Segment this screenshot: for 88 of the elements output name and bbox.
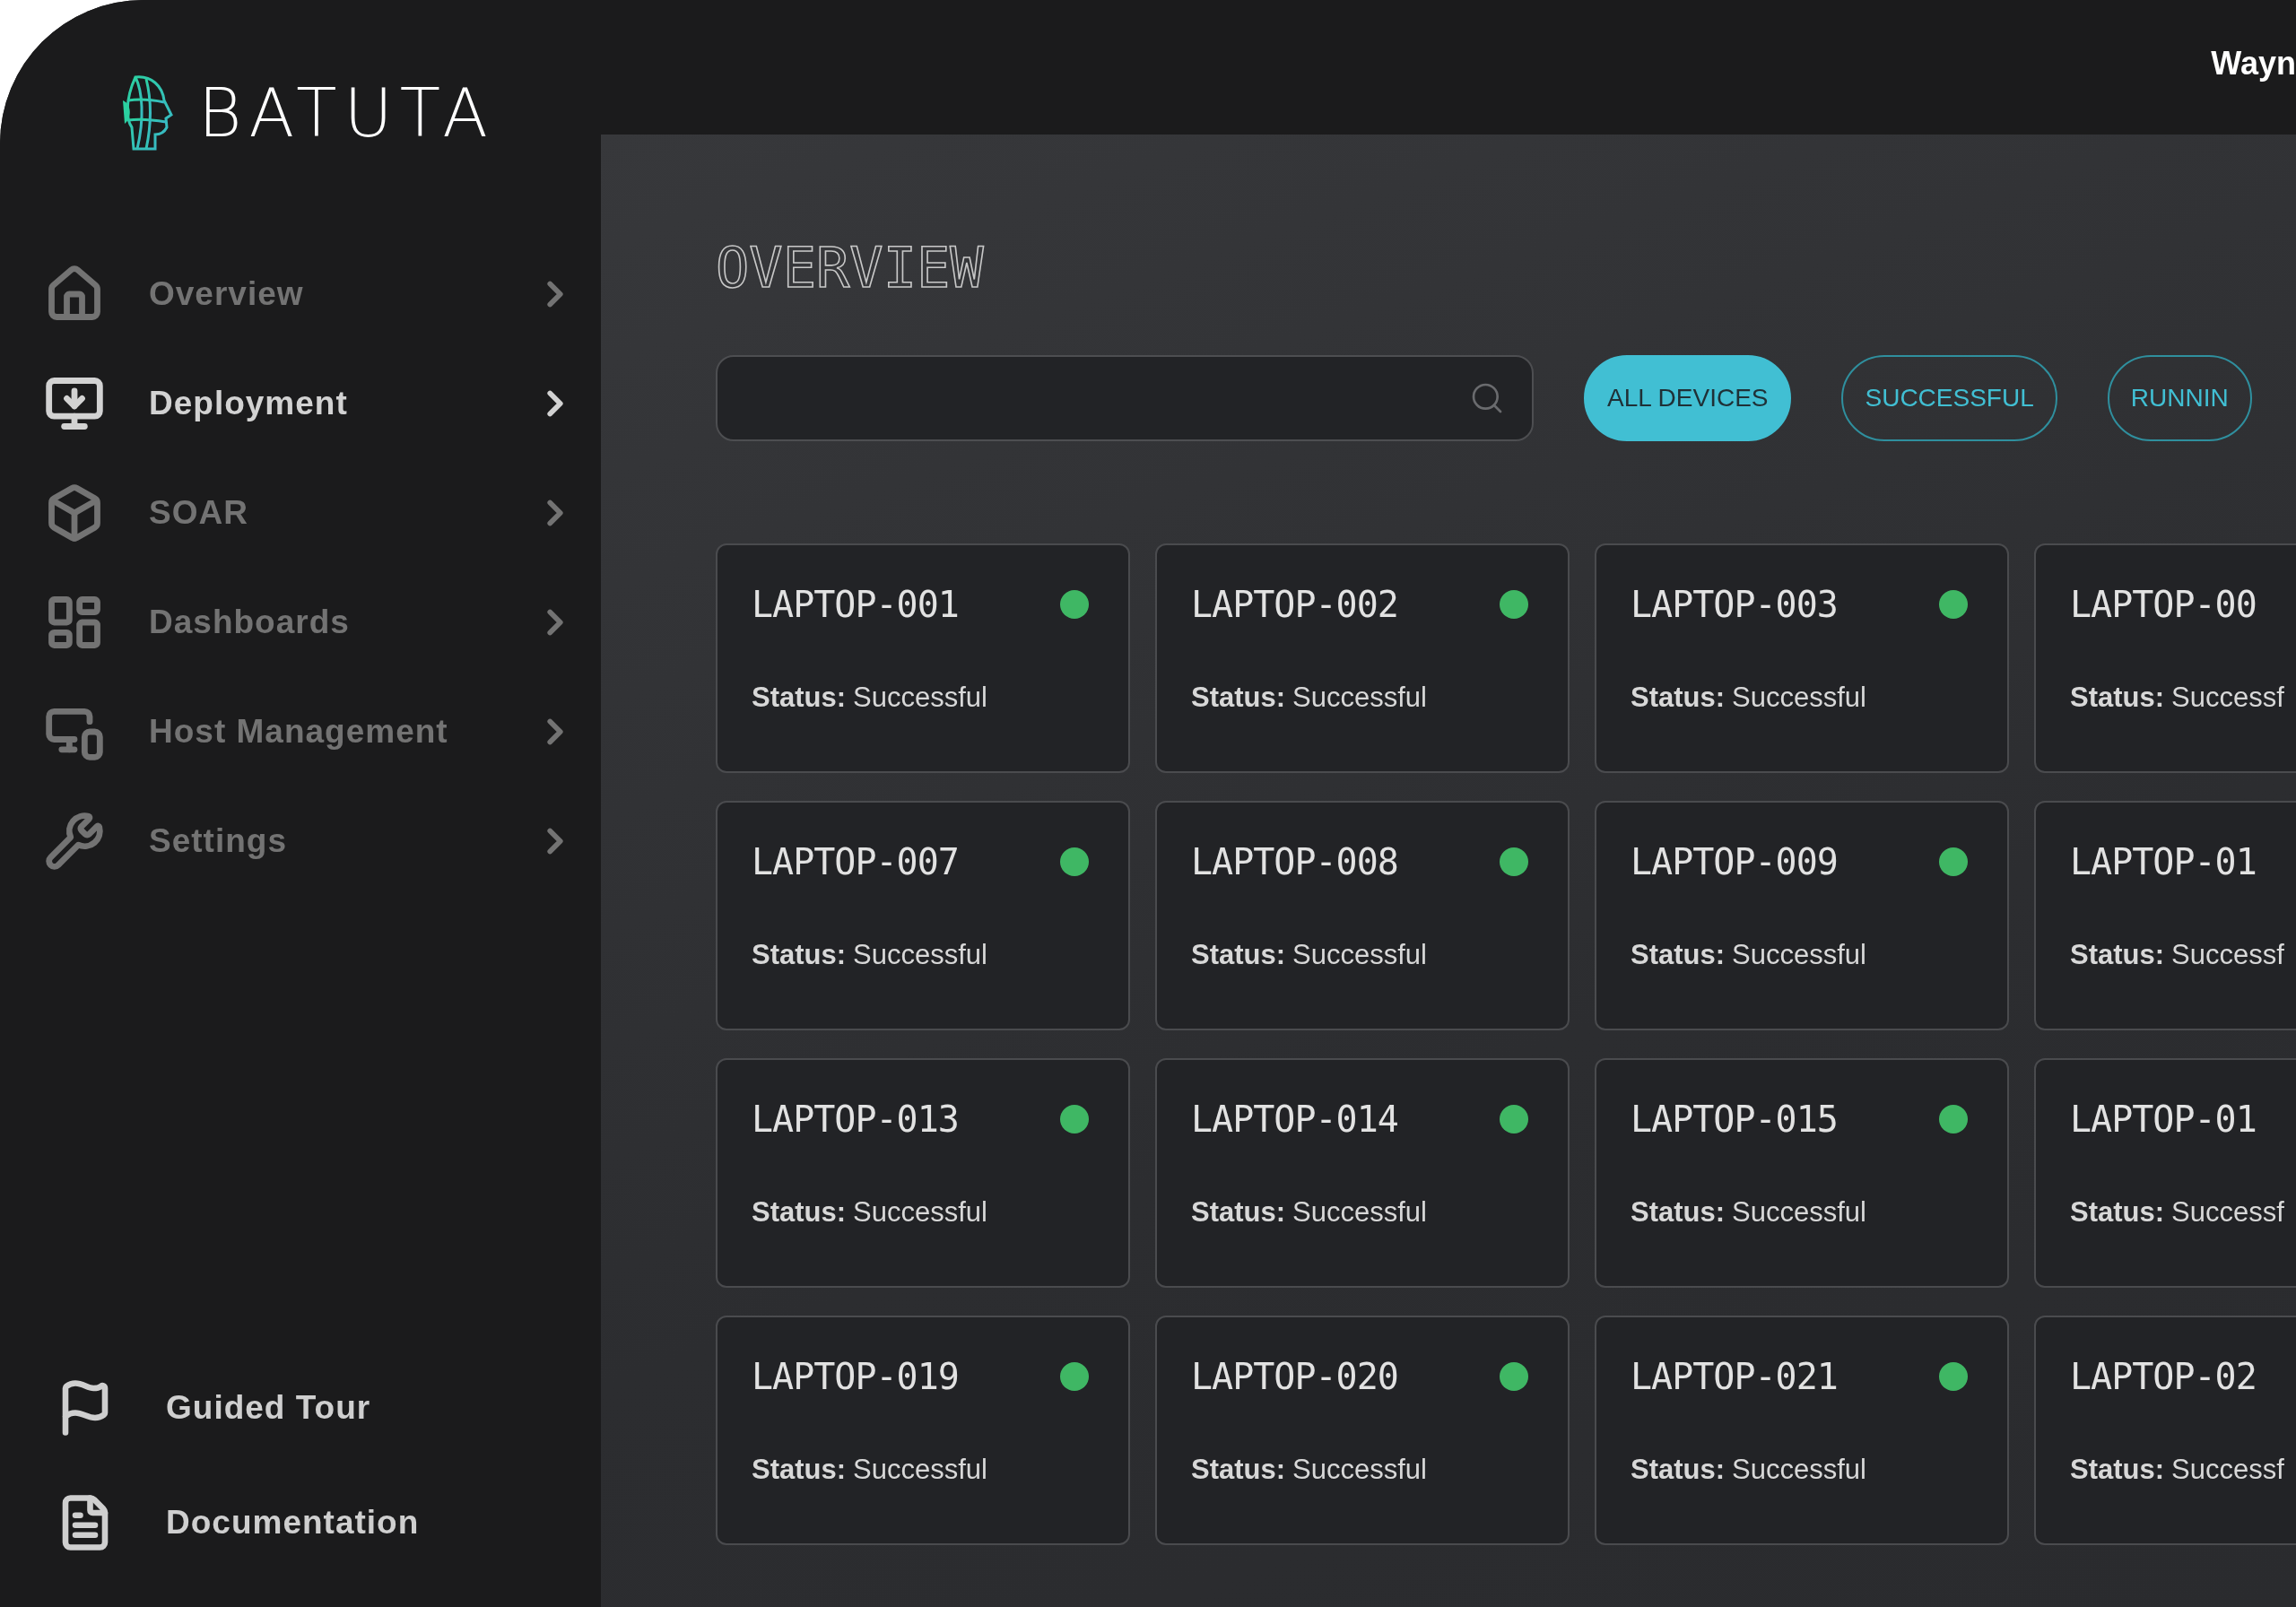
device-card[interactable]: LAPTOP-001 Status: Successful — [716, 543, 1130, 773]
status-label: Status: — [2070, 1196, 2165, 1229]
status-label: Status: — [1191, 1196, 1286, 1229]
device-card[interactable]: LAPTOP-014 Status: Successful — [1155, 1058, 1570, 1288]
status-label: Status: — [1631, 939, 1726, 971]
status-label: Status: — [752, 1454, 847, 1486]
device-card[interactable]: LAPTOP-009 Status: Successful — [1595, 801, 2009, 1030]
status-label: Status: — [1191, 1454, 1286, 1486]
status-value: Successful — [853, 939, 987, 971]
status-value: Successful — [1732, 682, 1866, 714]
status-value: Successf — [2171, 682, 2284, 714]
device-name: LAPTOP-008 — [1191, 841, 1398, 882]
device-card[interactable]: LAPTOP-02 Status: Successf — [2034, 1316, 2296, 1545]
sidebar-item-label: Overview — [149, 275, 305, 313]
filter-chip[interactable]: ALL DEVICES — [1584, 355, 1792, 441]
device-name: LAPTOP-001 — [752, 584, 959, 625]
device-card[interactable]: LAPTOP-020 Status: Successful — [1155, 1316, 1570, 1545]
status-value: Successful — [1732, 1454, 1866, 1486]
status-value: Successf — [2171, 1196, 2284, 1229]
device-name: LAPTOP-02 — [2070, 1356, 2257, 1397]
device-card[interactable]: LAPTOP-019 Status: Successful — [716, 1316, 1130, 1545]
device-card[interactable]: LAPTOP-00 Status: Successf — [2034, 543, 2296, 773]
device-card[interactable]: LAPTOP-01 Status: Successf — [2034, 801, 2296, 1030]
device-name: LAPTOP-013 — [752, 1099, 959, 1140]
status-label: Status: — [2070, 682, 2165, 714]
status-value: Successful — [853, 1454, 987, 1486]
sidebar-link[interactable]: Guided Tour — [0, 1351, 601, 1465]
sidebar-item-label: Settings — [149, 822, 288, 860]
sidebar-item[interactable]: Deployment — [0, 349, 601, 458]
sidebar-item[interactable]: Overview — [0, 239, 601, 349]
status-value: Successf — [2171, 939, 2284, 971]
status-value: Successful — [1292, 939, 1427, 971]
device-card[interactable]: LAPTOP-021 Status: Successful — [1595, 1316, 2009, 1545]
device-name: LAPTOP-002 — [1191, 584, 1398, 625]
status-value: Successful — [1292, 682, 1427, 714]
device-card[interactable]: LAPTOP-008 Status: Successful — [1155, 801, 1570, 1030]
device-name: LAPTOP-007 — [752, 841, 959, 882]
sidebar-item[interactable]: Settings — [0, 786, 601, 896]
device-card[interactable]: LAPTOP-003 Status: Successful — [1595, 543, 2009, 773]
device-name: LAPTOP-015 — [1631, 1099, 1838, 1140]
user-name: Wayn — [2211, 45, 2296, 83]
status-label: Status: — [2070, 1454, 2165, 1486]
status-label: Status: — [1631, 1196, 1726, 1229]
device-name: LAPTOP-00 — [2070, 584, 2257, 625]
sidebar-item[interactable]: SOAR — [0, 458, 601, 568]
device-name: LAPTOP-01 — [2070, 1099, 2257, 1140]
status-label: Status: — [1191, 939, 1286, 971]
wrench-icon — [43, 810, 106, 873]
search-field[interactable] — [716, 355, 1534, 441]
filter-chip[interactable]: SUCCESSFUL — [1841, 355, 2057, 441]
device-name: LAPTOP-020 — [1191, 1356, 1398, 1397]
status-label: Status: — [752, 939, 847, 971]
sidebar-link[interactable]: Documentation — [0, 1465, 601, 1580]
status-value: Successful — [1292, 1196, 1427, 1229]
status-value: Successful — [853, 1196, 987, 1229]
status-value: Successful — [1732, 1196, 1866, 1229]
brand-name: BATUTA — [198, 80, 495, 146]
device-name: LAPTOP-014 — [1191, 1099, 1398, 1140]
status-value: Successful — [1732, 939, 1866, 971]
filter-chip[interactable]: RUNNIN — [2107, 355, 2252, 441]
sidebar-item[interactable]: Host Management — [0, 677, 601, 786]
page-title: OVERVIEW — [716, 240, 984, 296]
status-label: Status: — [1631, 1454, 1726, 1486]
device-name: LAPTOP-01 — [2070, 841, 2257, 882]
device-card[interactable]: LAPTOP-002 Status: Successful — [1155, 543, 1570, 773]
sidebar-item-label: Dashboards — [149, 604, 351, 641]
status-label: Status: — [752, 682, 847, 714]
status-value: Successful — [1292, 1454, 1427, 1486]
sidebar-item-label: Deployment — [149, 385, 349, 422]
status-value: Successf — [2171, 1454, 2284, 1486]
sidebar-item-label: Host Management — [149, 713, 449, 751]
sidebar-link-label: Documentation — [166, 1504, 420, 1542]
device-name: LAPTOP-019 — [752, 1356, 959, 1397]
device-name: LAPTOP-021 — [1631, 1356, 1838, 1397]
status-label: Status: — [752, 1196, 847, 1229]
status-label: Status: — [1191, 682, 1286, 714]
sidebar-item[interactable]: Dashboards — [0, 568, 601, 677]
status-value: Successful — [853, 682, 987, 714]
device-card[interactable]: LAPTOP-007 Status: Successful — [716, 801, 1130, 1030]
device-card[interactable]: LAPTOP-013 Status: Successful — [716, 1058, 1130, 1288]
sidebar-link-label: Guided Tour — [166, 1389, 371, 1427]
status-label: Status: — [1631, 682, 1726, 714]
device-name: LAPTOP-003 — [1631, 584, 1838, 625]
status-label: Status: — [2070, 939, 2165, 971]
sidebar-item-label: SOAR — [149, 494, 249, 532]
device-name: LAPTOP-009 — [1631, 841, 1838, 882]
device-card[interactable]: LAPTOP-01 Status: Successf — [2034, 1058, 2296, 1288]
device-card[interactable]: LAPTOP-015 Status: Successful — [1595, 1058, 2009, 1288]
